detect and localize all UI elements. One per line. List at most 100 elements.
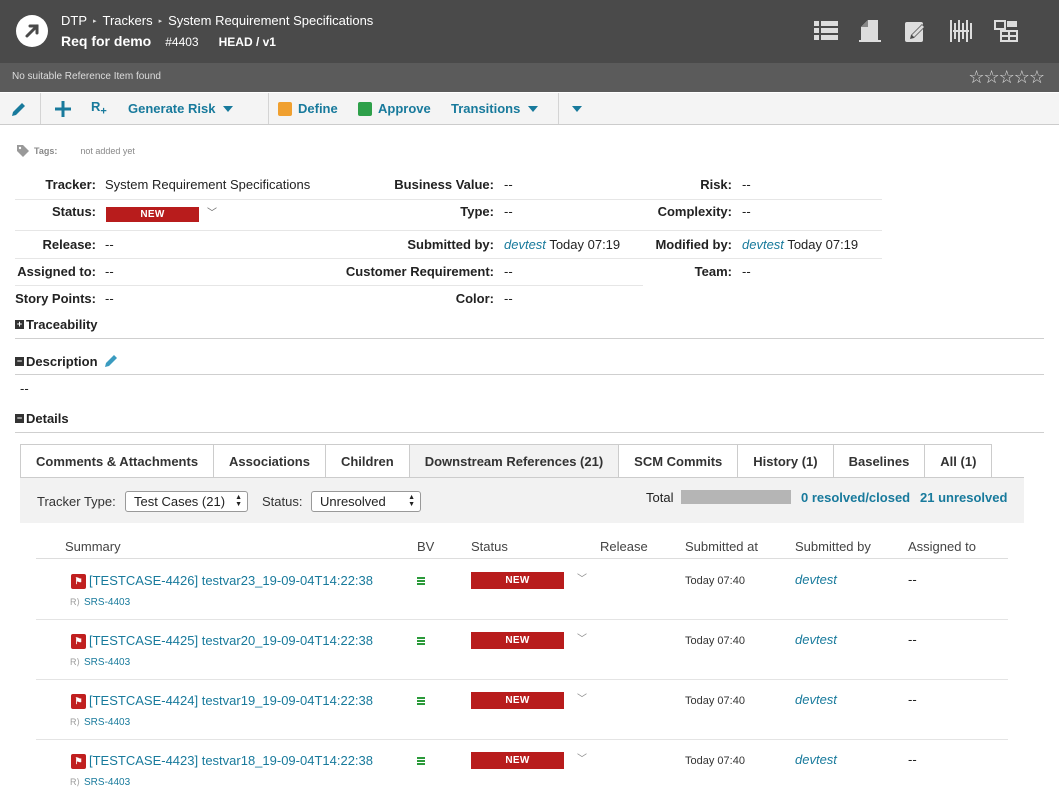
tab-history[interactable]: History (1) xyxy=(737,444,834,477)
column-header-submitted-at[interactable]: Submitted at xyxy=(685,539,758,554)
story-points-label: Story Points: xyxy=(15,291,96,306)
submitted-by-link[interactable]: devtest xyxy=(795,692,837,707)
unresolved-count-link[interactable]: 21 unresolved xyxy=(920,490,1007,505)
total-label: Total xyxy=(646,490,674,505)
column-header-release[interactable]: Release xyxy=(600,539,648,554)
modified-by-value: devtest Today 07:19 xyxy=(742,237,858,252)
modified-user-link[interactable]: devtest xyxy=(742,237,784,252)
status-chevron-icon[interactable]: ﹀ xyxy=(577,630,587,645)
status-badge[interactable]: NEW xyxy=(106,207,199,222)
toolbar-divider xyxy=(268,93,269,124)
edit-button[interactable] xyxy=(10,93,28,124)
edit-document-icon[interactable] xyxy=(903,18,929,44)
status-chevron-icon[interactable]: ﹀ xyxy=(207,204,217,219)
complexity-value: -- xyxy=(742,204,751,219)
transitions-label: Transitions xyxy=(451,101,521,116)
reference-link[interactable]: R⟩ SRS-4403 xyxy=(70,777,130,788)
submitted-at: Today 07:40 xyxy=(685,695,745,707)
breadcrumb-tracker[interactable]: System Requirement Specifications xyxy=(168,13,373,28)
release-label: Release: xyxy=(42,237,96,252)
modified-time: Today 07:19 xyxy=(787,237,859,252)
submitted-by-link[interactable]: devtest xyxy=(795,632,837,647)
reference-link[interactable]: R⟩ SRS-4403 xyxy=(70,597,130,608)
submitted-by-link[interactable]: devtest xyxy=(795,752,837,767)
add-reference-button[interactable]: R+ xyxy=(91,93,107,124)
status-badge[interactable]: NEW xyxy=(471,632,564,649)
tags-label: Tags: xyxy=(34,146,58,156)
tracker-type-label: Tracker Type: xyxy=(37,494,116,509)
table-row: ⚑ [TESTCASE-4425] testvar20_19-09-04T14:… xyxy=(36,620,1008,680)
tab-downstream-references[interactable]: Downstream References (21) xyxy=(408,444,620,477)
testcase-link[interactable]: [TESTCASE-4424] testvar19_19-09-04T14:22… xyxy=(89,693,373,708)
submitted-by-link[interactable]: devtest xyxy=(795,572,837,587)
customer-requirement-value: -- xyxy=(504,264,513,279)
more-actions-button[interactable] xyxy=(564,93,582,124)
transitions-button[interactable]: Transitions xyxy=(451,93,539,124)
tab-children[interactable]: Children xyxy=(324,444,410,477)
document-view-icon[interactable] xyxy=(858,18,884,44)
business-value-icon xyxy=(417,577,425,585)
approve-button[interactable]: Approve xyxy=(358,93,431,124)
breadcrumb-project[interactable]: DTP xyxy=(61,13,87,28)
status-chevron-icon[interactable]: ﹀ xyxy=(577,570,587,585)
resolved-count-link[interactable]: 0 resolved/closed xyxy=(801,490,910,505)
reference-link[interactable]: R⟩ SRS-4403 xyxy=(70,657,130,668)
status-badge[interactable]: NEW xyxy=(471,692,564,709)
business-value-icon xyxy=(417,697,425,705)
status-filter-select[interactable]: Unresolved ▲ ▼ xyxy=(311,491,421,512)
tab-baselines[interactable]: Baselines xyxy=(832,444,926,477)
breadcrumb-trackers[interactable]: Trackers xyxy=(103,13,153,28)
add-button[interactable] xyxy=(54,93,72,124)
testcase-link[interactable]: [TESTCASE-4426] testvar23_19-09-04T14:22… xyxy=(89,573,373,588)
reference-link[interactable]: R⟩ SRS-4403 xyxy=(70,717,130,728)
tracker-type-select[interactable]: Test Cases (21) ▲ ▼ xyxy=(125,491,248,512)
column-header-assigned-to[interactable]: Assigned to xyxy=(908,539,976,554)
type-label: Type: xyxy=(460,204,494,219)
testcase-link[interactable]: [TESTCASE-4423] testvar18_19-09-04T14:22… xyxy=(89,753,373,768)
status-badge[interactable]: NEW xyxy=(471,572,564,589)
page-title: Req for demo xyxy=(61,33,152,49)
column-header-status[interactable]: Status xyxy=(471,539,508,554)
traceability-section-toggle[interactable]: + Traceability xyxy=(15,317,98,332)
status-badge[interactable]: NEW xyxy=(471,752,564,769)
column-header-submitted-by[interactable]: Submitted by xyxy=(795,539,871,554)
submitted-user-link[interactable]: devtest xyxy=(504,237,546,252)
submitted-at: Today 07:40 xyxy=(685,635,745,647)
testcase-link[interactable]: [TESTCASE-4425] testvar20_19-09-04T14:22… xyxy=(89,633,373,648)
edit-description-icon[interactable] xyxy=(103,353,119,369)
tab-all[interactable]: All (1) xyxy=(924,444,993,477)
traceability-heading: Traceability xyxy=(26,317,98,332)
lightbulb-icon xyxy=(278,101,292,116)
reference-id: SRS-4403 xyxy=(84,657,131,668)
column-header-summary[interactable]: Summary xyxy=(65,539,121,554)
app-logo-icon[interactable] xyxy=(16,15,48,47)
tab-scm-commits[interactable]: SCM Commits xyxy=(618,444,739,477)
list-view-icon[interactable] xyxy=(813,18,839,44)
details-section-toggle[interactable]: − Details xyxy=(15,411,69,426)
tags-value[interactable]: not added yet xyxy=(80,146,135,156)
expand-icon: + xyxy=(15,319,24,329)
description-section-toggle[interactable]: − Description xyxy=(15,353,119,369)
status-field[interactable]: NEW xyxy=(106,205,199,222)
tracker-label: Tracker: xyxy=(45,177,96,192)
risk-label: Risk: xyxy=(700,177,732,192)
item-version[interactable]: HEAD / v1 xyxy=(219,35,276,49)
generate-risk-button[interactable]: Generate Risk xyxy=(128,93,234,124)
tab-comments-attachments[interactable]: Comments & Attachments xyxy=(20,444,215,477)
action-toolbar: R+ Generate Risk Define Approve Transiti… xyxy=(0,93,1059,125)
reference-bar: No suitable Reference Item found ☆☆☆☆☆ xyxy=(0,63,1059,92)
select-arrows-icon: ▲ ▼ xyxy=(408,494,415,508)
rating-stars-icon[interactable]: ☆☆☆☆☆ xyxy=(968,67,1045,88)
table-row: ⚑ [TESTCASE-4423] testvar18_19-09-04T14:… xyxy=(36,740,1008,799)
define-button[interactable]: Define xyxy=(278,93,338,124)
item-title-row: Req for demo #4403 HEAD / v1 xyxy=(61,33,276,49)
barcode-icon[interactable] xyxy=(948,18,974,44)
status-chevron-icon[interactable]: ﹀ xyxy=(577,750,587,765)
column-header-bv[interactable]: BV xyxy=(417,539,434,554)
tab-associations[interactable]: Associations xyxy=(213,444,326,477)
status-chevron-icon[interactable]: ﹀ xyxy=(577,690,587,705)
approve-label: Approve xyxy=(378,101,431,116)
reference-note: No suitable Reference Item found xyxy=(12,71,161,82)
release-value: -- xyxy=(105,237,114,252)
layout-icon[interactable] xyxy=(993,18,1019,44)
